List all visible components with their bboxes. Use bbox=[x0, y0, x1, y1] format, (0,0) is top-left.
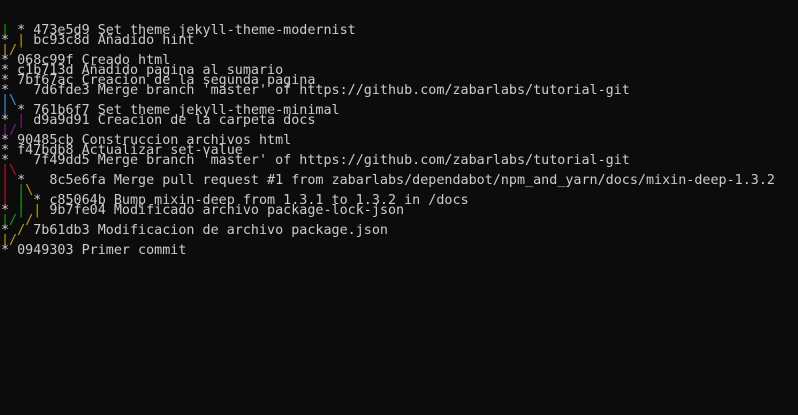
log-text: d9a9d91 Creacion de la carpeta docs bbox=[33, 113, 316, 128]
terminal-window[interactable]: | * 473e5d9 Set theme jekyll-theme-moder… bbox=[0, 0, 798, 415]
log-text: * 7f49dd5 Merge branch 'master' of https… bbox=[1, 153, 630, 168]
log-text: * 0949303 Primer commit bbox=[1, 243, 187, 258]
graph-glyph: | bbox=[17, 113, 34, 128]
log-line: * 0949303 Primer commit bbox=[0, 242, 798, 260]
git-log-graph-output: | * 473e5d9 Set theme jekyll-theme-moder… bbox=[0, 22, 798, 260]
log-text: 7b61db3 Modificacion de archivo package.… bbox=[33, 223, 388, 238]
log-line: | * 8c5e6fa Merge pull request #1 from z… bbox=[0, 172, 798, 190]
log-text: 9b7fe04 Modificado archivo package-lock-… bbox=[49, 203, 405, 218]
log-text: * 8c5e6fa Merge pull request #1 from zab… bbox=[17, 173, 775, 188]
log-text: * 7d6fde3 Merge branch 'master' of https… bbox=[1, 83, 630, 98]
log-text: bc93c8d Añadido hint bbox=[33, 33, 195, 48]
graph-glyph: | bbox=[17, 33, 34, 48]
graph-glyph: | bbox=[33, 203, 50, 218]
graph-glyph: / bbox=[17, 223, 34, 238]
